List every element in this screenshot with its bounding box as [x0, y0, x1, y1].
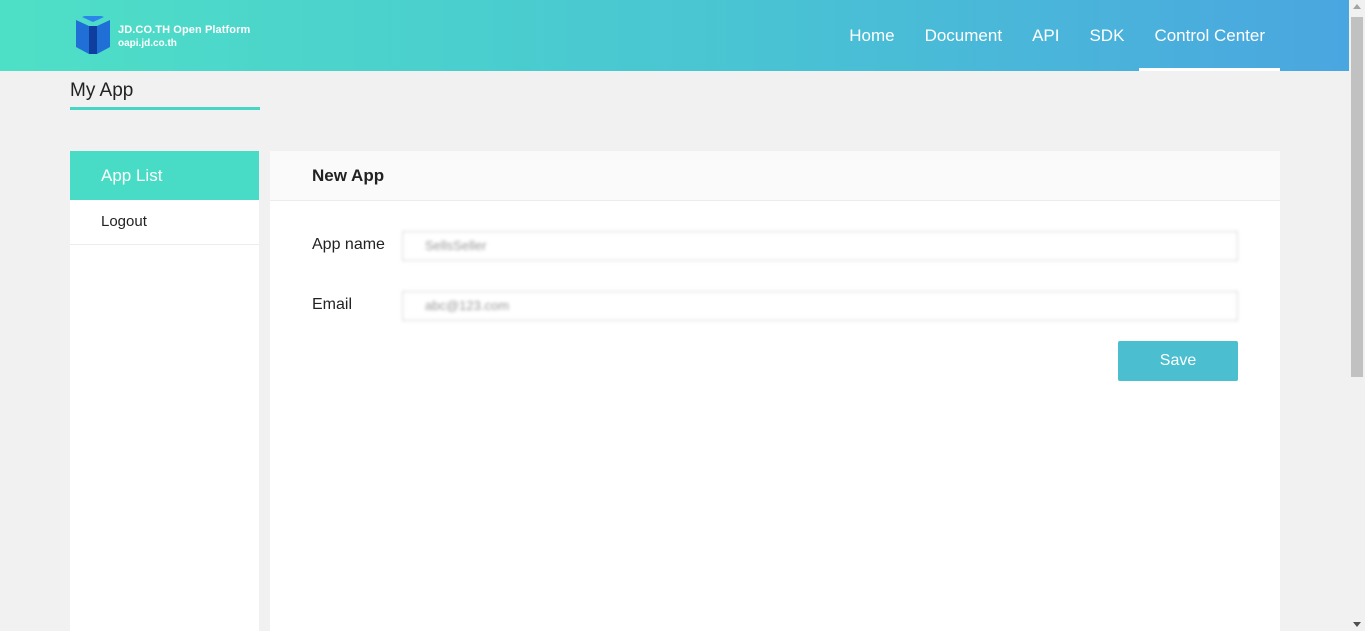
- page-title: My App: [70, 80, 134, 101]
- book-cube-icon[interactable]: [76, 16, 110, 54]
- nav-document[interactable]: Document: [910, 0, 1017, 71]
- nav-control-center[interactable]: Control Center: [1139, 0, 1280, 71]
- panel-heading: New App: [270, 151, 1280, 201]
- app-name-input[interactable]: SellsSeller: [402, 231, 1238, 261]
- sidebar-item-app-list[interactable]: App List: [70, 151, 259, 200]
- page-title-underline: [70, 107, 260, 110]
- sidebar-item-logout[interactable]: Logout: [70, 200, 259, 245]
- nav-home[interactable]: Home: [834, 0, 909, 71]
- save-button[interactable]: Save: [1118, 341, 1238, 381]
- vertical-scrollbar[interactable]: [1349, 0, 1365, 631]
- email-input[interactable]: abc@123.com: [402, 291, 1238, 321]
- app-name-label: App name: [312, 236, 385, 253]
- nav-sdk[interactable]: SDK: [1074, 0, 1139, 71]
- email-label: Email: [312, 296, 353, 313]
- main-nav: Home Document API SDK Control Center: [834, 0, 1280, 71]
- top-navigation-bar: JD.CO.TH Open Platform oapi.jd.co.th Hom…: [0, 0, 1349, 71]
- brand-title[interactable]: JD.CO.TH Open Platform: [118, 24, 250, 36]
- scroll-down-arrow-icon[interactable]: [1353, 622, 1361, 627]
- brand-subtitle: oapi.jd.co.th: [118, 38, 177, 49]
- nav-api[interactable]: API: [1017, 0, 1074, 71]
- scroll-up-arrow-icon[interactable]: [1353, 4, 1361, 9]
- sidebar: App List Logout: [70, 151, 259, 631]
- scroll-thumb[interactable]: [1351, 17, 1363, 377]
- new-app-panel: New App App name SellsSeller Email abc@1…: [270, 151, 1280, 631]
